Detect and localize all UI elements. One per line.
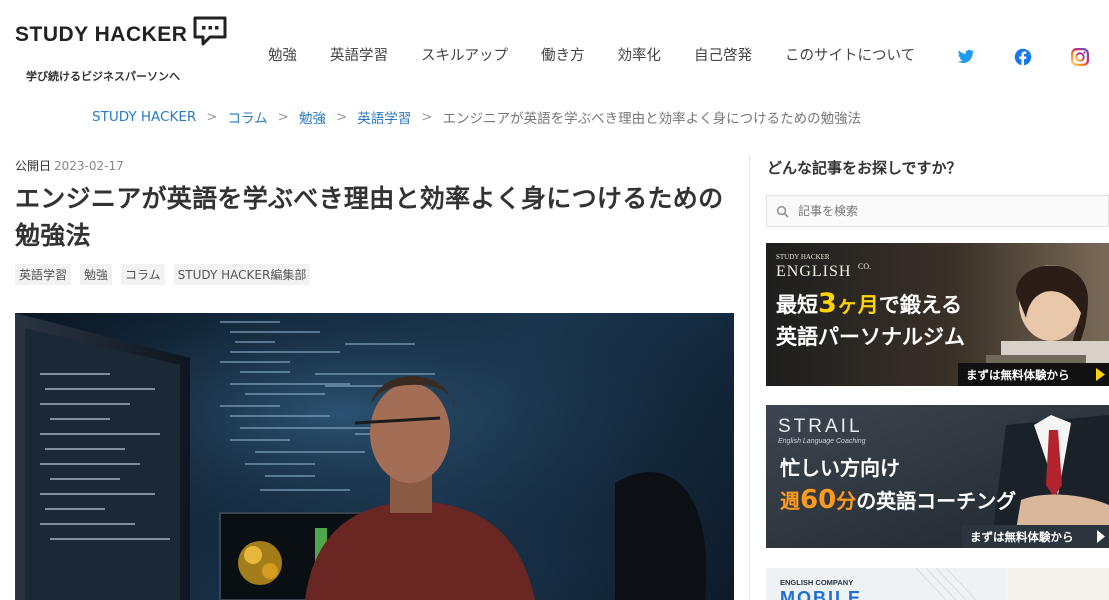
banner2-line2-a: 週: [780, 489, 800, 513]
column-divider: [749, 155, 750, 600]
banner1-line1-b: 3: [818, 288, 837, 319]
search-icon: [776, 205, 789, 218]
nav-item-english[interactable]: 英語学習: [330, 44, 388, 65]
breadcrumb-separator: >: [335, 109, 348, 125]
nav-item-skillup[interactable]: スキルアップ: [421, 44, 508, 65]
banner-english-company-mobile[interactable]: ENGLISH COMPANY MOBILE: [766, 568, 1109, 600]
twitter-icon[interactable]: [957, 48, 975, 66]
breadcrumb-english[interactable]: 英語学習: [357, 107, 411, 127]
publish-label: 公開日: [15, 159, 52, 173]
breadcrumb: STUDY HACKER > コラム > 勉強 > 英語学習 > エンジニアが英…: [92, 107, 861, 127]
breadcrumb-separator: >: [421, 109, 433, 125]
breadcrumb-study[interactable]: 勉強: [299, 107, 326, 127]
facebook-icon[interactable]: [1014, 48, 1032, 66]
breadcrumb-home[interactable]: STUDY HACKER: [92, 109, 196, 125]
banner2-cta: まずは無料体験から: [970, 530, 1074, 544]
banner1-line2: 英語パーソナルジム: [776, 325, 965, 349]
hero-image: [15, 313, 734, 600]
tag-study[interactable]: 勉強: [80, 264, 113, 285]
banner2-brand: STRAIL: [778, 416, 863, 437]
banner-english-company[interactable]: STUDY HACKER ENGLISH CO. 最短3ヶ月で鍛える 英語パーソ…: [766, 243, 1109, 386]
nav-item-efficiency[interactable]: 効率化: [618, 44, 662, 65]
banner3-brand-small: ENGLISH COMPANY: [780, 578, 853, 587]
publish-date-value: 2023-02-17: [54, 159, 124, 173]
sidebar-search: [766, 195, 1109, 227]
site-logo[interactable]: STUDY HACKER: [15, 16, 227, 50]
breadcrumb-current: エンジニアが英語を学ぶべき理由と効率よく身につけるための勉強法: [442, 111, 862, 127]
banner1-line1-a: 最短: [776, 293, 818, 317]
banner-strail[interactable]: STRAIL English Language Coaching 忙しい方向け …: [766, 405, 1109, 548]
tag-column[interactable]: コラム: [121, 264, 165, 285]
banner1-brand-small: STUDY HACKER: [776, 253, 830, 261]
nav-item-work[interactable]: 働き方: [541, 44, 585, 65]
svg-text:週60分の英語コーチング: 週60分の英語コーチング: [780, 485, 1016, 515]
breadcrumb-separator: >: [206, 109, 218, 125]
banner1-line1-c: ヶ月: [837, 293, 879, 317]
site-header: STUDY HACKER 学び続けるビジネスパーソンへ 勉強 英語学習 スキルア…: [0, 0, 1109, 95]
nav-item-study[interactable]: 勉強: [268, 44, 297, 65]
global-nav: 勉強 英語学習 スキルアップ 働き方 効率化 自己啓発 このサイトについて: [268, 44, 915, 65]
breadcrumb-separator: >: [277, 109, 289, 125]
banner1-line1-d: で鍛える: [879, 293, 962, 317]
nav-item-self-development[interactable]: 自己啓発: [694, 44, 752, 65]
article-tags: 英語学習 勉強 コラム STUDY HACKER編集部: [15, 264, 319, 285]
banner2-line2-d: の英語コーチング: [856, 489, 1016, 513]
tag-author[interactable]: STUDY HACKER編集部: [173, 264, 311, 285]
banner2-line2-b: 60: [800, 485, 836, 515]
banner1-cta: まずは無料体験から: [966, 368, 1070, 382]
speech-bubble-icon: [193, 16, 227, 46]
banner2-line2-c: 分: [836, 489, 856, 513]
logo-text: STUDY HACKER: [15, 23, 188, 46]
breadcrumb-column[interactable]: コラム: [228, 107, 268, 127]
banner3-brand: MOBILE: [780, 588, 862, 600]
svg-text:最短3ヶ月で鍛える: 最短3ヶ月で鍛える: [776, 288, 962, 319]
banner1-brand: ENGLISH: [776, 263, 851, 280]
nav-item-about[interactable]: このサイトについて: [785, 44, 915, 65]
tag-english-learning[interactable]: 英語学習: [15, 264, 72, 285]
article-title: エンジニアが英語を学ぶべき理由と効率よく身につけるための勉強法: [15, 184, 724, 250]
banner2-brand-sub: English Language Coaching: [778, 438, 866, 445]
banner2-line1: 忙しい方向け: [780, 456, 900, 480]
instagram-icon[interactable]: [1071, 48, 1089, 66]
search-input[interactable]: [798, 204, 1098, 218]
banner1-brand-sup: CO.: [858, 262, 871, 271]
publish-date: 公開日 2023-02-17: [15, 157, 124, 174]
site-tagline: 学び続けるビジネスパーソンへ: [26, 70, 180, 83]
sidebar-heading: どんな記事をお探しですか？: [767, 159, 962, 177]
